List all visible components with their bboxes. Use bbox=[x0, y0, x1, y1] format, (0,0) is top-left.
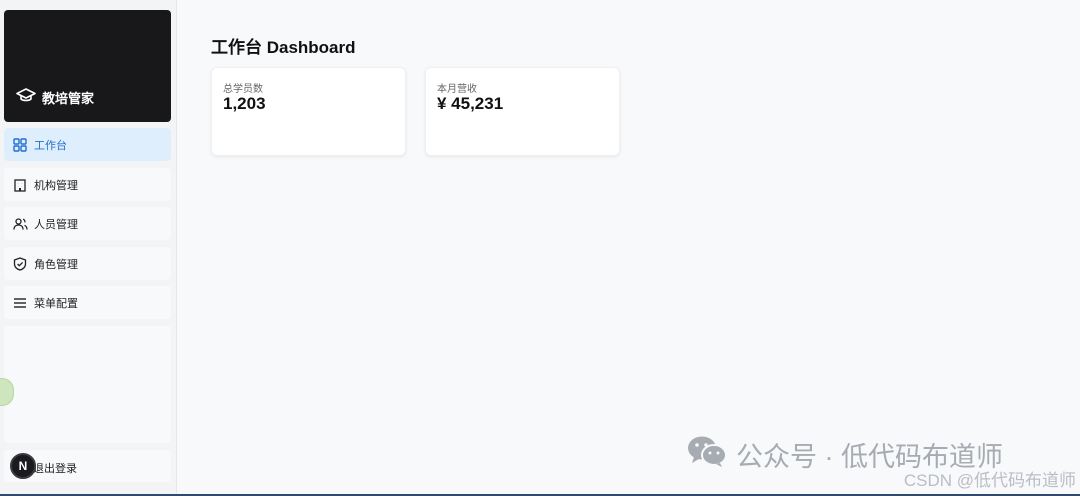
sidebar-item-label: 工作台 bbox=[34, 139, 67, 152]
sidebar-empty-panel bbox=[4, 326, 171, 443]
shield-icon bbox=[13, 256, 27, 271]
building-icon bbox=[13, 178, 27, 192]
avatar[interactable]: N bbox=[10, 453, 36, 479]
stat-value: ¥ 45,231 bbox=[437, 94, 504, 113]
menu-lines-icon bbox=[13, 296, 27, 310]
sidebar-item-dashboard[interactable]: 工作台 bbox=[4, 128, 171, 161]
logout-label: 退出登录 bbox=[33, 463, 77, 475]
sidebar-item-label: 菜单配置 bbox=[34, 297, 78, 310]
stat-label: 总学员数 bbox=[223, 84, 263, 95]
wechat-icon bbox=[686, 434, 728, 475]
stat-value: 1,203 bbox=[223, 94, 266, 113]
stat-label: 本月营收 bbox=[437, 84, 477, 95]
app: 教培管家 工作台 机构管理 人员管理 角色管理 菜单配置 退出登录 N 工作台 … bbox=[0, 0, 1080, 496]
sidebar-item-menu-config[interactable]: 菜单配置 bbox=[4, 286, 171, 319]
users-icon bbox=[13, 217, 28, 231]
sidebar-item-roles[interactable]: 角色管理 bbox=[4, 247, 171, 280]
sidebar: 教培管家 工作台 机构管理 人员管理 角色管理 菜单配置 退出登录 N bbox=[0, 0, 177, 496]
sidebar-item-label: 角色管理 bbox=[34, 258, 78, 271]
sidebar-item-label: 机构管理 bbox=[34, 179, 78, 192]
dashboard-grid-icon bbox=[13, 137, 27, 152]
graduation-cap-icon bbox=[16, 87, 36, 108]
sidebar-item-people[interactable]: 人员管理 bbox=[4, 207, 171, 240]
sidebar-item-label: 人员管理 bbox=[34, 218, 78, 231]
page-title: 工作台 Dashboard bbox=[211, 38, 356, 57]
stat-card-students: 总学员数 1,203 bbox=[211, 67, 406, 156]
sidebar-item-institutions[interactable]: 机构管理 bbox=[4, 168, 171, 201]
brand-block: 教培管家 bbox=[4, 10, 171, 122]
watermark-csdn: CSDN @低代码布道师 bbox=[903, 471, 1076, 490]
stat-card-revenue: 本月营收 ¥ 45,231 bbox=[425, 67, 620, 156]
brand-title: 教培管家 bbox=[42, 91, 95, 106]
brand-row: 教培管家 bbox=[16, 87, 94, 108]
